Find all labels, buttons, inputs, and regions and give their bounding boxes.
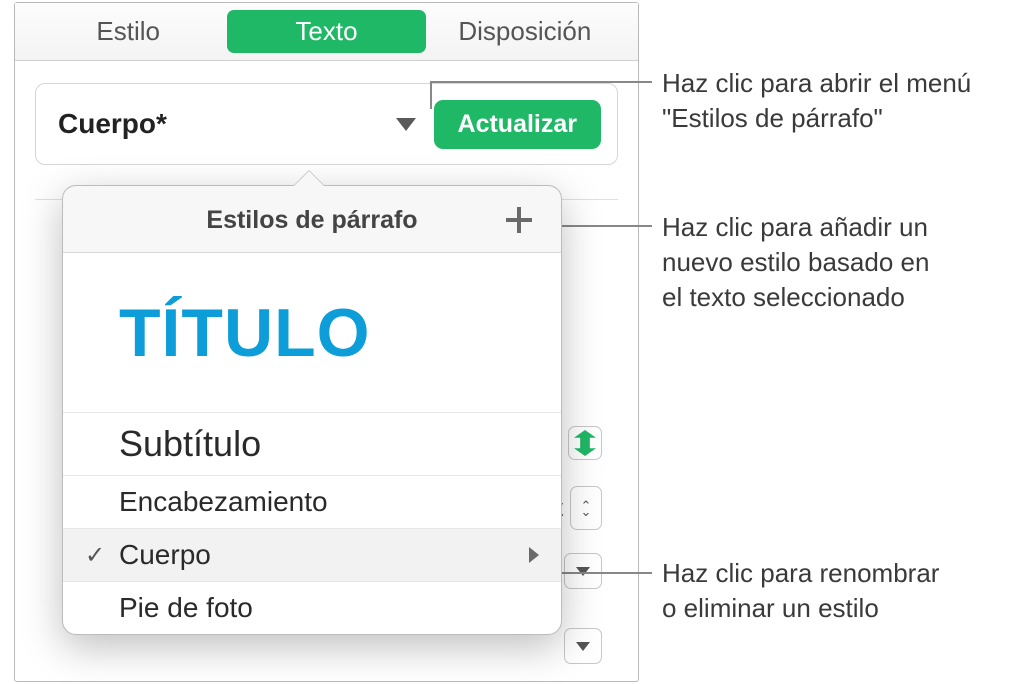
inspector-tabs: Estilo Texto Disposición xyxy=(15,3,638,61)
style-item-titulo[interactable]: TÍTULO xyxy=(63,253,561,413)
style-list: TÍTULO Subtítulo Encabezamiento ✓ Cuerpo… xyxy=(63,253,561,634)
style-label: Subtítulo xyxy=(119,423,261,465)
callout-line xyxy=(430,81,432,109)
options-dropdown-1[interactable] xyxy=(564,553,602,589)
style-item-subtitulo[interactable]: Subtítulo xyxy=(63,413,561,476)
chevron-right-icon[interactable] xyxy=(529,547,539,563)
callout-line xyxy=(560,225,652,227)
callout-text: Haz clic para renombrar xyxy=(662,556,939,591)
callout-text: o eliminar un estilo xyxy=(662,591,939,626)
spacing-arrows-icon xyxy=(574,430,596,456)
callout-rename-delete: Haz clic para renombrar o eliminar un es… xyxy=(662,556,939,626)
add-style-button[interactable] xyxy=(499,200,539,240)
callout-text: "Estilos de párrafo" xyxy=(662,101,971,136)
style-item-cuerpo[interactable]: ✓ Cuerpo xyxy=(63,529,561,582)
style-label: TÍTULO xyxy=(119,294,371,372)
style-item-encabezamiento[interactable]: Encabezamiento xyxy=(63,476,561,529)
paragraph-styles-popover: Estilos de párrafo TÍTULO Subtítulo Enca… xyxy=(62,185,562,635)
callout-text: Haz clic para abrir el menú xyxy=(662,66,971,101)
popover-header: Estilos de párrafo xyxy=(63,186,561,253)
current-style-name: Cuerpo* xyxy=(58,108,167,140)
options-dropdown-2[interactable] xyxy=(564,628,602,664)
chevron-down-icon xyxy=(396,118,416,131)
size-stepper[interactable]: ⌃ ⌄ xyxy=(570,486,602,530)
callout-line xyxy=(552,572,652,574)
popover-title: Estilos de párrafo xyxy=(125,206,499,235)
style-item-pie[interactable]: Pie de foto xyxy=(63,582,561,634)
chevron-down-icon xyxy=(576,567,590,576)
tab-estilo[interactable]: Estilo xyxy=(29,10,227,53)
line-spacing-stepper[interactable] xyxy=(568,426,602,460)
tab-disposicion[interactable]: Disposición xyxy=(426,10,624,53)
tab-texto[interactable]: Texto xyxy=(227,10,425,53)
chevron-down-icon xyxy=(576,642,590,651)
callout-line xyxy=(432,81,652,83)
callout-text: nuevo estilo basado en xyxy=(662,245,929,280)
plus-icon xyxy=(506,207,532,233)
style-label: Pie de foto xyxy=(119,592,253,624)
update-style-button[interactable]: Actualizar xyxy=(434,100,601,149)
checkmark-icon: ✓ xyxy=(85,541,105,570)
callout-text: el texto seleccionado xyxy=(662,280,929,315)
paragraph-style-dropdown[interactable]: Cuerpo* xyxy=(58,108,434,140)
callout-open-menu: Haz clic para abrir el menú "Estilos de … xyxy=(662,66,971,136)
style-label: Cuerpo xyxy=(119,539,211,571)
stepper-up-icon: ⌃ xyxy=(581,502,592,510)
callout-text: Haz clic para añadir un xyxy=(662,210,929,245)
paragraph-style-row: Cuerpo* Actualizar xyxy=(35,83,618,165)
style-label: Encabezamiento xyxy=(119,486,328,518)
callout-add-style: Haz clic para añadir un nuevo estilo bas… xyxy=(662,210,929,315)
